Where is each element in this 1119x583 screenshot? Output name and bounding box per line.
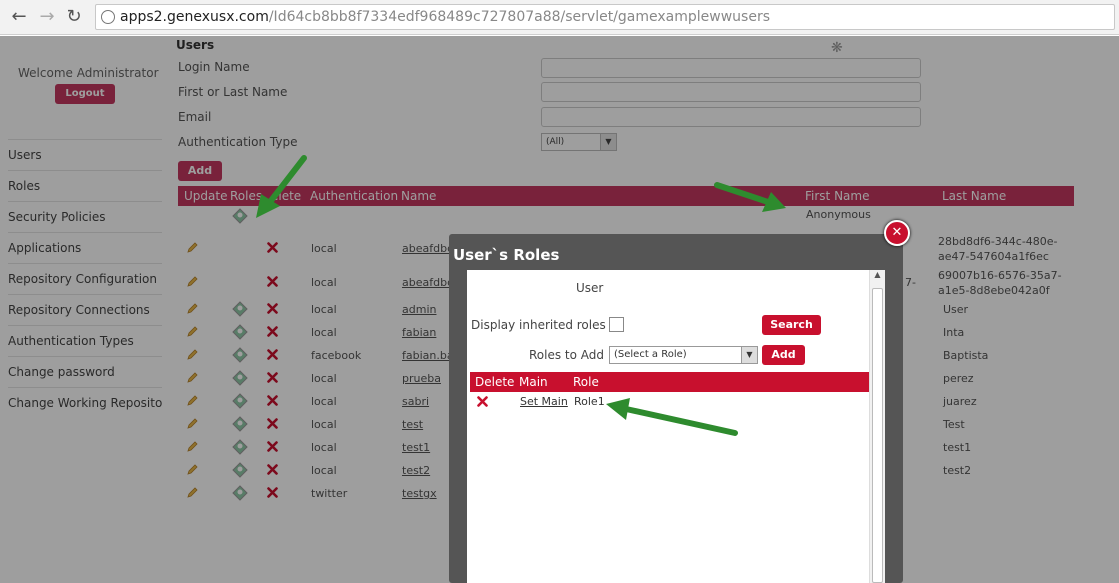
close-icon[interactable]: ✕ <box>884 220 910 246</box>
col-main: Main <box>519 375 548 389</box>
back-arrow-icon[interactable]: ← <box>8 6 30 28</box>
browser-toolbar: ← → ↻ apps2.genexusx.com/Id64cb8bb8f7334… <box>0 0 1119 35</box>
display-inherited-checkbox[interactable] <box>609 317 624 332</box>
modal-body: User Display inherited roles Search Role… <box>467 270 885 583</box>
chevron-down-icon: ▼ <box>741 347 757 363</box>
role-name: Role1 <box>574 395 605 408</box>
add-role-button[interactable]: Add <box>762 345 805 365</box>
display-inherited-label: Display inherited roles <box>471 318 606 332</box>
scroll-up-icon[interactable]: ▲ <box>870 270 885 284</box>
col-role: Role <box>573 375 599 389</box>
modal-scrollbar[interactable]: ▲ <box>869 270 885 583</box>
roles-to-add-label: Roles to Add <box>529 348 605 362</box>
delete-icon[interactable] <box>477 396 488 407</box>
search-button[interactable]: Search <box>762 315 821 335</box>
modal-title: User`s Roles <box>453 246 560 264</box>
url-text: apps2.genexusx.com/Id64cb8bb8f7334edf968… <box>120 9 770 25</box>
user-label: User <box>576 281 604 295</box>
reload-icon[interactable]: ↻ <box>63 6 85 28</box>
col-delete: Delete <box>475 375 515 389</box>
address-bar[interactable]: apps2.genexusx.com/Id64cb8bb8f7334edf968… <box>95 4 1115 30</box>
scroll-thumb[interactable] <box>872 288 883 583</box>
table-row: Set Main Role1 <box>470 392 869 412</box>
role-select[interactable]: (Select a Role) ▼ <box>609 346 758 364</box>
globe-icon <box>101 10 115 24</box>
forward-arrow-icon[interactable]: → <box>36 6 58 28</box>
roles-grid-header: Delete Main Role <box>470 372 869 392</box>
set-main-link[interactable]: Set Main <box>520 392 568 412</box>
user-roles-modal: User`s Roles User Display inherited role… <box>449 234 903 583</box>
